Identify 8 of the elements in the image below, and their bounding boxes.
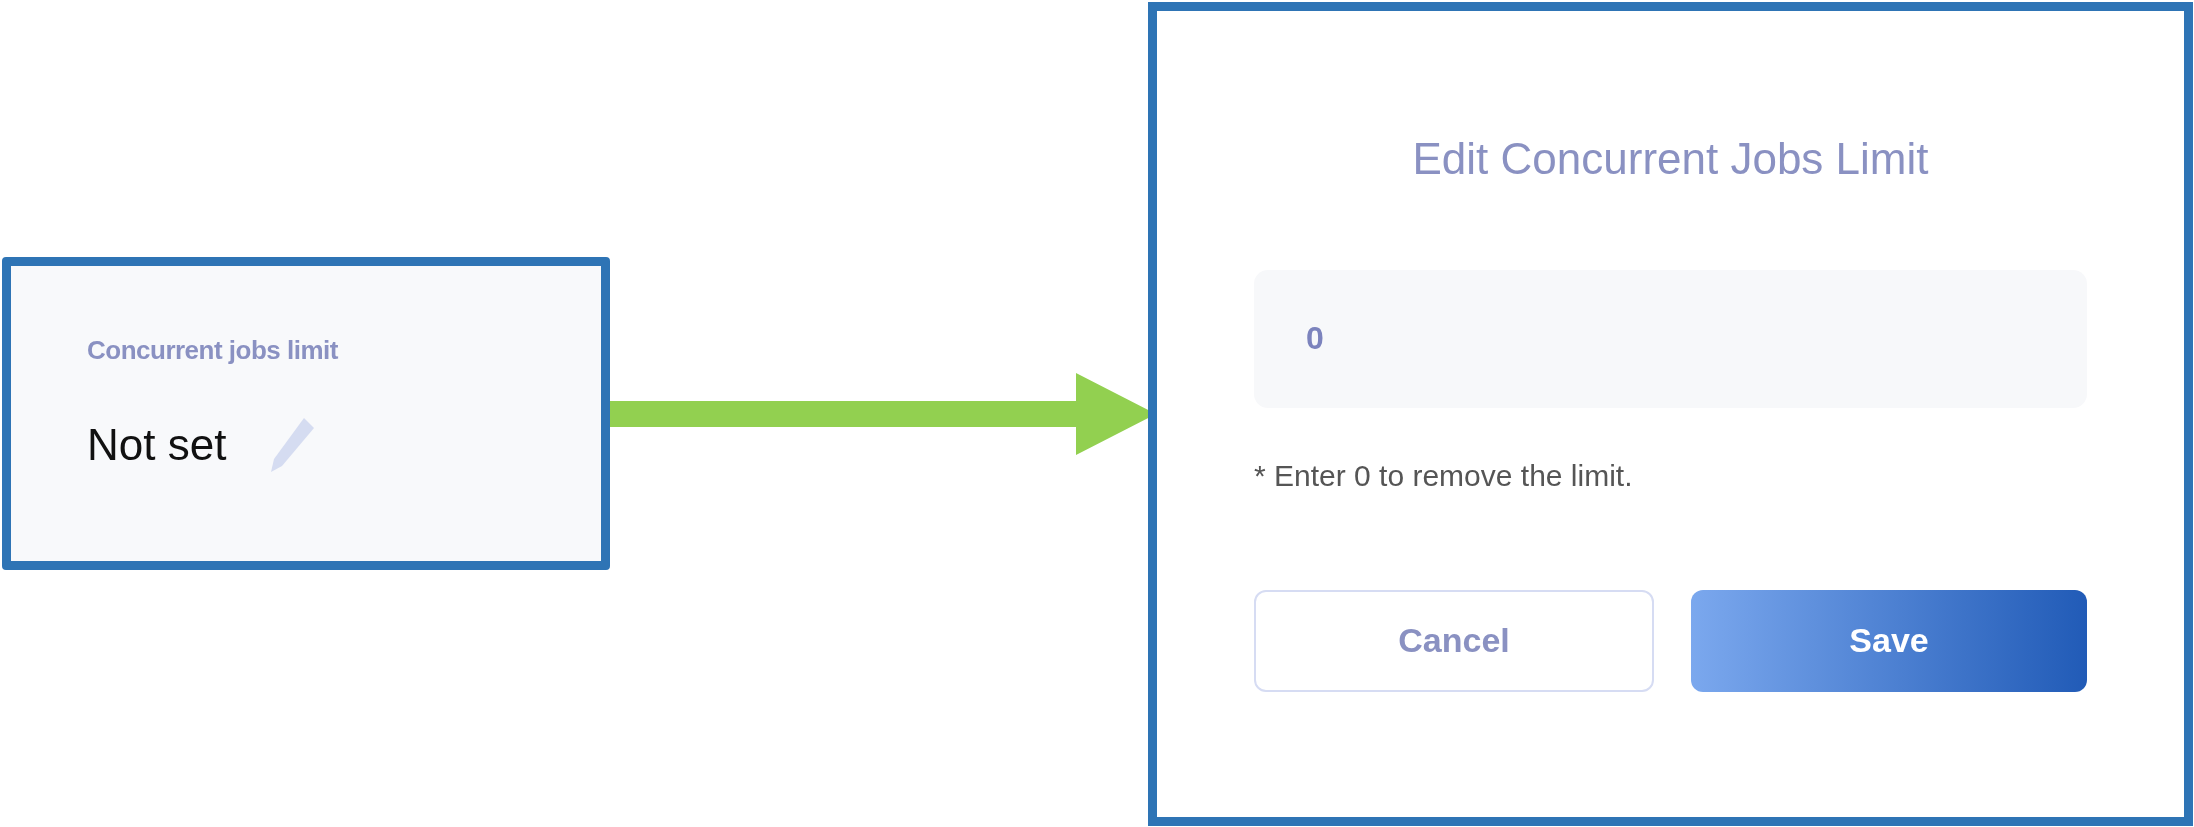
setting-value: Not set	[87, 419, 227, 471]
dialog-title: Edit Concurrent Jobs Limit	[1411, 132, 1930, 185]
setting-label: Concurrent jobs limit	[87, 334, 339, 367]
cancel-button[interactable]: Cancel	[1254, 589, 1654, 692]
save-button[interactable]: Save	[1691, 589, 2087, 692]
hint-text: * Enter 0 to remove the limit.	[1254, 457, 1634, 494]
pencil-icon[interactable]	[270, 416, 317, 474]
input-field[interactable]: 0	[1254, 269, 2087, 408]
